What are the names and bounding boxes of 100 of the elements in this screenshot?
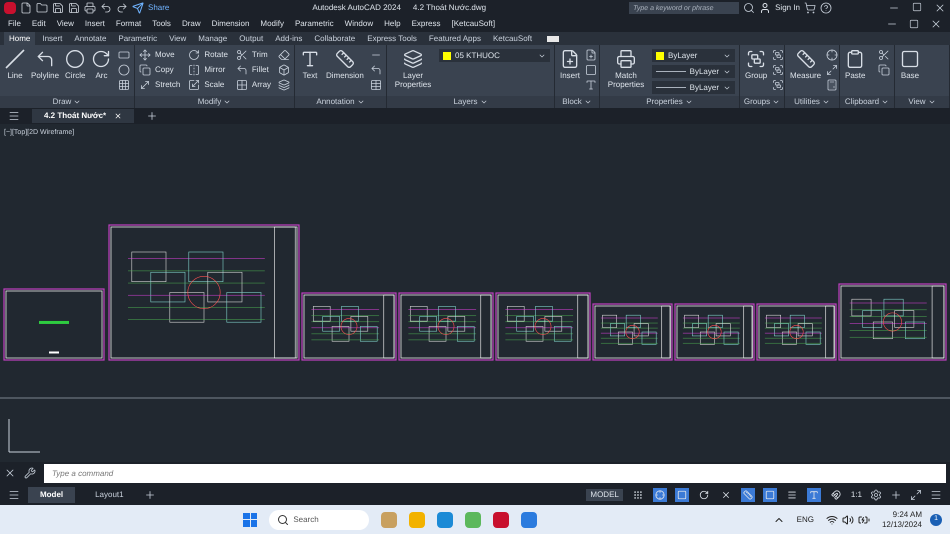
panel-title[interactable]: Annotation [295, 96, 386, 108]
menu-item[interactable]: Draw [182, 18, 201, 30]
layout-tab[interactable]: Model [28, 486, 76, 502]
panel-title[interactable]: Layers [387, 96, 554, 108]
ribbon-tool-button[interactable]: Scale [188, 79, 228, 91]
ribbon-tab[interactable]: KetcauSoft [488, 32, 538, 45]
search-icon[interactable] [743, 2, 756, 14]
plus-icon[interactable] [890, 488, 902, 500]
battery-icon[interactable] [858, 514, 870, 526]
panel-title[interactable]: Groups [740, 96, 784, 108]
language-indicator[interactable]: ENG [796, 514, 814, 526]
wifi-icon[interactable] [826, 514, 838, 526]
ribbon-tab[interactable]: Home [4, 32, 36, 45]
close-icon[interactable] [934, 2, 946, 14]
taskbar-app-icon[interactable] [521, 512, 538, 528]
ribbon-tool-button[interactable]: Trim [236, 49, 272, 61]
menu-item[interactable]: Dimension [212, 18, 250, 30]
settings-icon[interactable] [870, 488, 882, 500]
menu-item[interactable]: Help [384, 18, 401, 30]
model-indicator[interactable]: MODEL [586, 488, 623, 500]
ribbon-tool-button[interactable]: Paste [844, 49, 866, 80]
cart-icon[interactable] [804, 2, 816, 14]
panel-title[interactable]: View [895, 96, 949, 108]
panel-title[interactable]: Properties [600, 96, 739, 108]
ribbon-tab[interactable]: View [164, 32, 192, 45]
taskbar-app-icon[interactable] [493, 512, 510, 528]
ribbon-tool-button[interactable]: Arc [90, 49, 112, 80]
ribbon-tab[interactable]: Parametric [113, 32, 162, 45]
menu-item[interactable]: Tools [152, 18, 171, 30]
close-icon[interactable] [930, 18, 942, 30]
create-block-icon[interactable] [585, 49, 598, 61]
ribbon-tool-button[interactable]: Mirror [188, 64, 228, 76]
table-icon[interactable] [370, 79, 382, 91]
ribbon-tool-button[interactable]: Fillet [236, 64, 272, 76]
save-as-icon[interactable] [68, 2, 80, 14]
eraser-icon[interactable] [278, 49, 290, 61]
hatch-icon[interactable] [118, 79, 130, 91]
add-tab-icon[interactable] [146, 110, 158, 122]
customize-icon[interactable] [930, 488, 942, 500]
ribbon-tab[interactable]: Manage [193, 32, 232, 45]
copy-clip-icon[interactable] [878, 64, 890, 76]
menu-item[interactable]: Format [116, 18, 142, 30]
menu-item[interactable]: Modify [260, 18, 284, 30]
maximize-icon[interactable] [912, 2, 922, 12]
menu-icon[interactable] [8, 488, 20, 500]
menu-item[interactable]: Window [344, 18, 374, 30]
sign-in-button[interactable]: Sign In [759, 2, 800, 14]
command-input[interactable]: Type a command [44, 464, 946, 482]
ribbon-tool-button[interactable]: Match Properties [604, 49, 648, 89]
open-folder-icon[interactable] [36, 2, 48, 14]
ribbon-tool-button[interactable]: Insert [559, 49, 582, 80]
save-icon[interactable] [52, 2, 64, 14]
status-toggle[interactable] [806, 488, 821, 502]
close-icon[interactable] [4, 467, 16, 479]
status-toggle[interactable] [652, 488, 667, 502]
panel-title[interactable]: Utilities [785, 96, 839, 108]
menu-item[interactable]: View [56, 18, 74, 30]
status-toggle[interactable] [740, 488, 755, 502]
status-toggle[interactable] [762, 488, 777, 502]
scale-label[interactable]: 1:1 [850, 488, 862, 500]
wrench-icon[interactable] [24, 467, 36, 479]
ribbon-tool-button[interactable]: Copy [139, 64, 180, 76]
ribbon-tool-button[interactable]: Group [744, 49, 768, 80]
menu-item[interactable]: Edit [32, 18, 46, 30]
ribbon-tool-button[interactable]: Array [236, 79, 272, 91]
menu-item[interactable]: [KetcauSoft] [451, 18, 496, 30]
rectangle-icon[interactable] [118, 49, 130, 61]
panel-title[interactable]: Modify [135, 96, 294, 108]
menu-item[interactable]: Express [412, 18, 440, 30]
taskbar-search-field[interactable]: Search [269, 510, 370, 530]
dropdown-field[interactable]: 05 KTHUOC [439, 49, 550, 62]
ellipse-icon[interactable] [118, 64, 130, 76]
print-icon[interactable] [84, 2, 96, 14]
ribbon-tool-button[interactable]: Circle [64, 49, 86, 80]
ribbon-tool-button[interactable]: Text [299, 49, 321, 80]
ribbon-tab[interactable]: Output [234, 32, 268, 45]
status-toggle[interactable] [674, 488, 689, 502]
app-logo-icon[interactable] [4, 2, 16, 14]
panel-title[interactable]: Block [555, 96, 599, 108]
ribbon-tool-button[interactable]: Measure [789, 49, 822, 80]
menu-item[interactable]: Parametric [294, 18, 334, 30]
ribbon-tool-button[interactable]: Dimension [325, 49, 365, 80]
ribbon-tool-button[interactable]: Rotate [188, 49, 228, 61]
ribbon-tab[interactable]: Collaborate [309, 32, 360, 45]
layout-tab[interactable]: Layout1 [83, 486, 136, 502]
dropdown-field[interactable]: ByLayer [652, 81, 735, 94]
workspace-toggle-icon[interactable] [547, 36, 560, 42]
document-tab[interactable]: 4.2 Thoát Nước* [32, 109, 134, 123]
ribbon-tool-button[interactable]: Move [139, 49, 180, 61]
cube-icon[interactable] [278, 64, 290, 76]
dropdown-field[interactable]: ByLayer [652, 65, 735, 78]
volume-icon[interactable] [842, 514, 854, 526]
add-tab-icon[interactable] [144, 488, 156, 500]
menu-item[interactable]: Insert [84, 18, 105, 30]
clock[interactable]: 9:24 AM 12/13/2024 [882, 510, 922, 530]
ribbon-tool-button[interactable]: Polyline [30, 49, 60, 80]
ribbon-tab[interactable]: Annotate [69, 32, 112, 45]
ribbon-tab[interactable]: Express Tools [362, 32, 422, 45]
share-button[interactable]: Share [132, 2, 170, 14]
ribbon-tool-button[interactable]: Line [4, 49, 26, 80]
